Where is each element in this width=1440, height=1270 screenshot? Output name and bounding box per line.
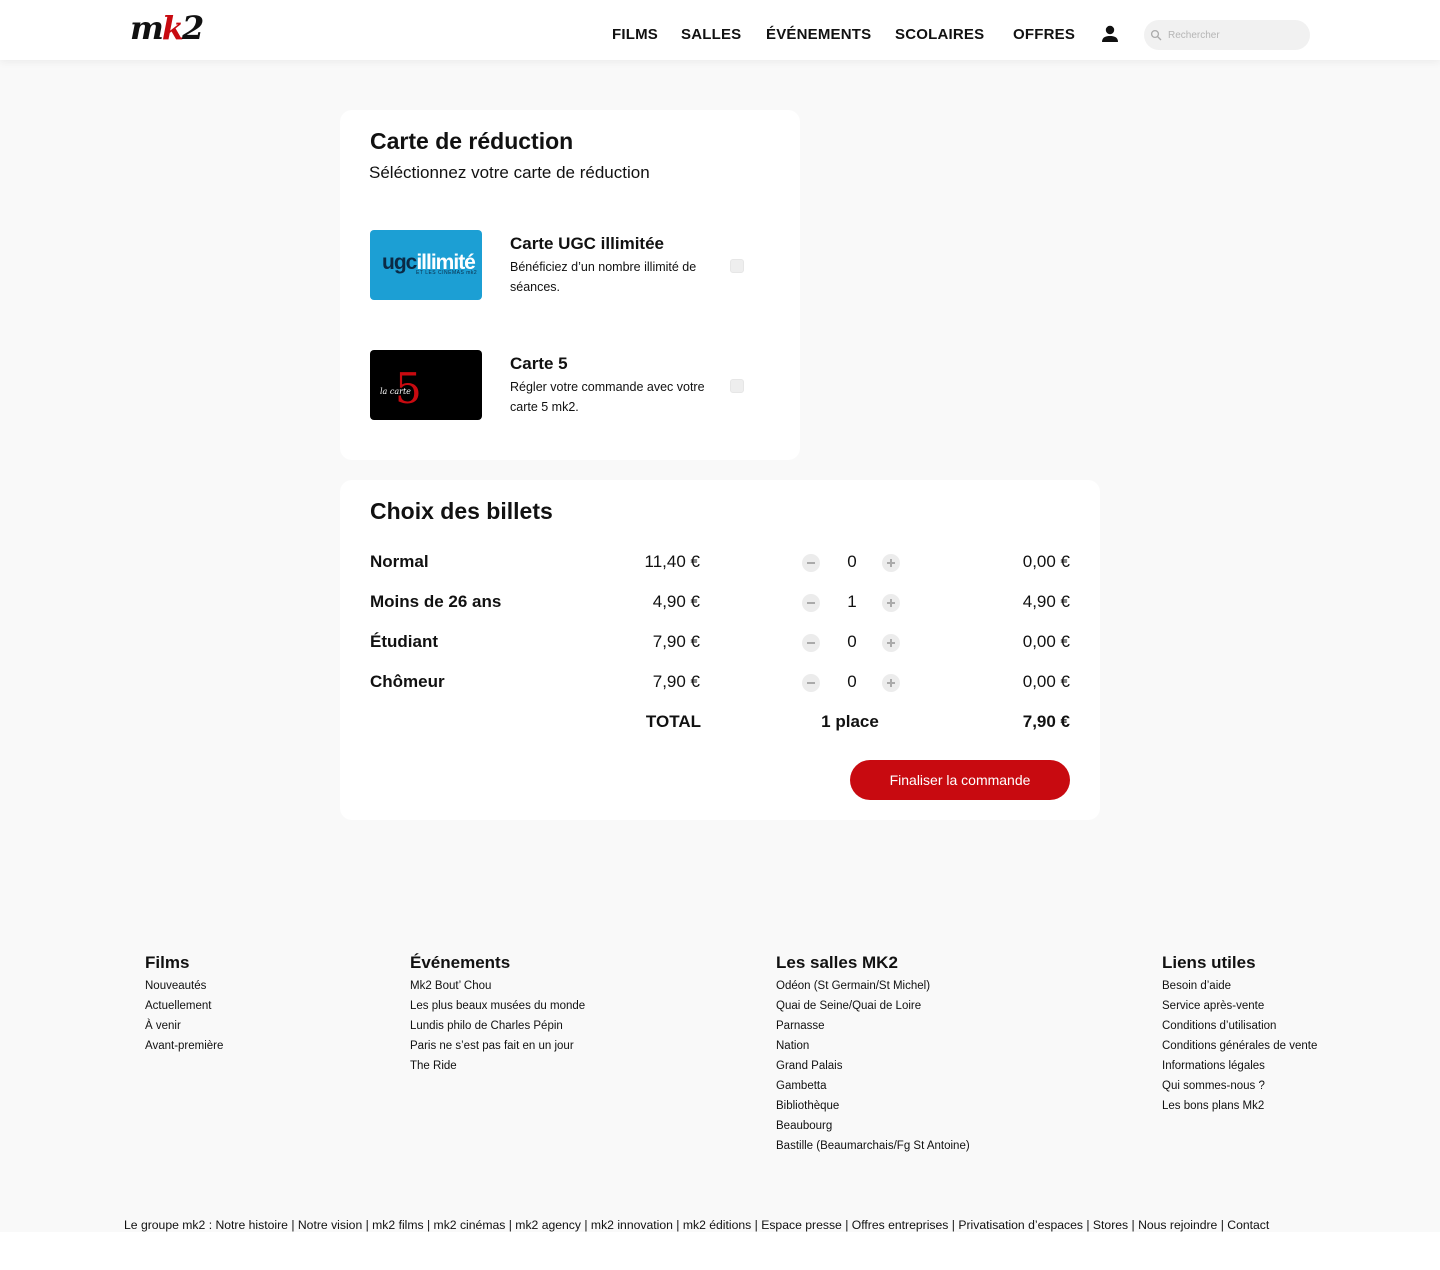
footer-link[interactable]: Gambetta [776,1076,970,1096]
ticket-row: Moins de 26 ans 4,90 € 1 4,90 € [370,592,1070,616]
footer-link[interactable]: The Ride [410,1056,585,1076]
footer-link[interactable]: Avant-première [145,1036,223,1056]
footer-link[interactable]: Conditions d’utilisation [1162,1016,1317,1036]
decrement-button[interactable] [802,674,820,692]
footer-column-title: Films [145,953,190,972]
footer-column-title: Les salles MK2 [776,953,898,972]
increment-button[interactable] [882,554,900,572]
nav-salles[interactable]: SALLES [681,26,741,43]
footer-link[interactable]: Actuellement [145,996,223,1016]
footer-link[interactable]: Les bons plans Mk2 [1162,1096,1317,1116]
footer-link[interactable]: Parnasse [776,1016,970,1036]
total-amount: 7,90 € [1022,712,1070,731]
ticket-label: Chômeur [370,672,445,691]
footer-link[interactable]: Bibliothèque [776,1096,970,1116]
footer-column-title: Événements [410,953,511,972]
footer-column-title: Liens utiles [1162,953,1256,972]
tickets-card: Choix des billets Normal 11,40 € 0 0,00 … [340,480,1100,820]
discount-description: Régler votre commande avec votre carte 5… [510,380,705,414]
increment-button[interactable] [882,594,900,612]
footer-link[interactable]: Conditions générales de vente [1162,1036,1317,1056]
ticket-subtotal: 0,00 € [1022,672,1070,691]
footer-column-films: Films Nouveautés Actuellement À venir Av… [145,953,223,1056]
total-row: TOTAL 1 place 7,90 € [370,712,1070,736]
footer-link[interactable]: Les plus beaux musées du monde [410,996,585,1016]
ticket-subtotal: 0,00 € [1022,552,1070,571]
nav-offres[interactable]: OFFRES [1013,26,1075,43]
total-places: 1 place [821,712,879,731]
carte5-number: 5 [395,364,422,413]
footer-link[interactable]: Qui sommes-nous ? [1162,1076,1317,1096]
ticket-quantity: 0 [847,552,857,571]
ticket-label: Étudiant [370,632,438,651]
user-icon[interactable] [1100,24,1120,44]
footer-link[interactable]: Odéon (St Germain/St Michel) [776,976,970,996]
nav-films[interactable]: FILMS [612,26,658,43]
ticket-quantity: 1 [847,592,857,611]
nav-scolaires[interactable]: SCOLAIRES [895,26,984,43]
ticket-price: 7,90 € [652,672,700,691]
site-header: mk2 FILMS SALLES ÉVÉNEMENTS SCOLAIRES OF… [0,0,1440,60]
ticket-price: 7,90 € [652,632,700,651]
search-icon [1150,29,1162,41]
decrement-button[interactable] [802,554,820,572]
reduction-subtitle: Séléctionnez votre carte de réduction [369,163,650,182]
ticket-quantity: 0 [847,632,857,651]
footer-link[interactable]: Beaubourg [776,1116,970,1136]
discount-option-ugc[interactable]: ugcillimité ET LES CINÉMAS mk2 Carte UGC… [370,230,770,300]
footer-link[interactable]: Service après-vente [1162,996,1317,1016]
ticket-price: 11,40 € [644,552,700,571]
decrement-button[interactable] [802,634,820,652]
carte5-image: la carte 5 [370,350,482,420]
ticket-row: Étudiant 7,90 € 0 0,00 € [370,632,1070,656]
ticket-row: Chômeur 7,90 € 0 0,00 € [370,672,1070,696]
search-input[interactable] [1168,26,1298,44]
footer-link[interactable]: Nouveautés [145,976,223,996]
ticket-quantity: 0 [847,672,857,691]
discount-checkbox-ugc[interactable] [730,259,744,273]
footer-link[interactable]: Mk2 Bout’ Chou [410,976,585,996]
page-bottom-strip [0,1232,1440,1270]
tickets-title: Choix des billets [370,498,553,524]
decrement-button[interactable] [802,594,820,612]
footer-link[interactable]: Nation [776,1036,970,1056]
footer-link[interactable]: Bastille (Beaumarchais/Fg St Antoine) [776,1136,970,1156]
ticket-row: Normal 11,40 € 0 0,00 € [370,552,1070,576]
discount-title: Carte 5 [510,354,568,373]
discount-description: Bénéficiez d’un nombre illimité de séanc… [510,260,697,294]
ticket-label: Moins de 26 ans [370,592,502,611]
reduction-card: Carte de réduction Séléctionnez votre ca… [340,110,800,460]
increment-button[interactable] [882,674,900,692]
finalize-order-button[interactable]: Finaliser la commande [850,760,1070,800]
footer-link[interactable]: Paris ne s’est pas fait en un jour [410,1036,585,1056]
discount-option-carte5[interactable]: la carte 5 Carte 5 Régler votre commande… [370,350,770,420]
footer-link[interactable]: Lundis philo de Charles Pépin [410,1016,585,1036]
footer-group-links[interactable]: Le groupe mk2 : Notre histoire | Notre v… [124,1218,1269,1232]
footer-column-evenements: Événements Mk2 Bout’ Chou Les plus beaux… [410,953,585,1076]
footer-link[interactable]: Besoin d’aide [1162,976,1317,996]
ticket-subtotal: 0,00 € [1022,632,1070,651]
search-box[interactable] [1144,20,1310,50]
footer-link[interactable]: Quai de Seine/Quai de Loire [776,996,970,1016]
increment-button[interactable] [882,634,900,652]
nav-evenements[interactable]: ÉVÉNEMENTS [766,26,871,43]
total-label: TOTAL [645,712,701,731]
ugc-card-image: ugcillimité ET LES CINÉMAS mk2 [370,230,482,300]
footer-link[interactable]: À venir [145,1016,223,1036]
discount-checkbox-carte5[interactable] [730,379,744,393]
discount-title: Carte UGC illimitée [510,234,664,253]
footer-column-salles: Les salles MK2 Odéon (St Germain/St Mich… [776,953,970,1156]
ticket-subtotal: 4,90 € [1022,592,1070,611]
footer-link[interactable]: Informations légales [1162,1056,1317,1076]
footer-column-liens: Liens utiles Besoin d’aide Service après… [1162,953,1317,1116]
ticket-label: Normal [370,552,429,571]
ugc-logo-subtext: ET LES CINÉMAS mk2 [416,270,478,276]
reduction-title: Carte de réduction [370,128,574,154]
ticket-price: 4,90 € [652,592,700,611]
footer-link[interactable]: Grand Palais [776,1056,970,1076]
